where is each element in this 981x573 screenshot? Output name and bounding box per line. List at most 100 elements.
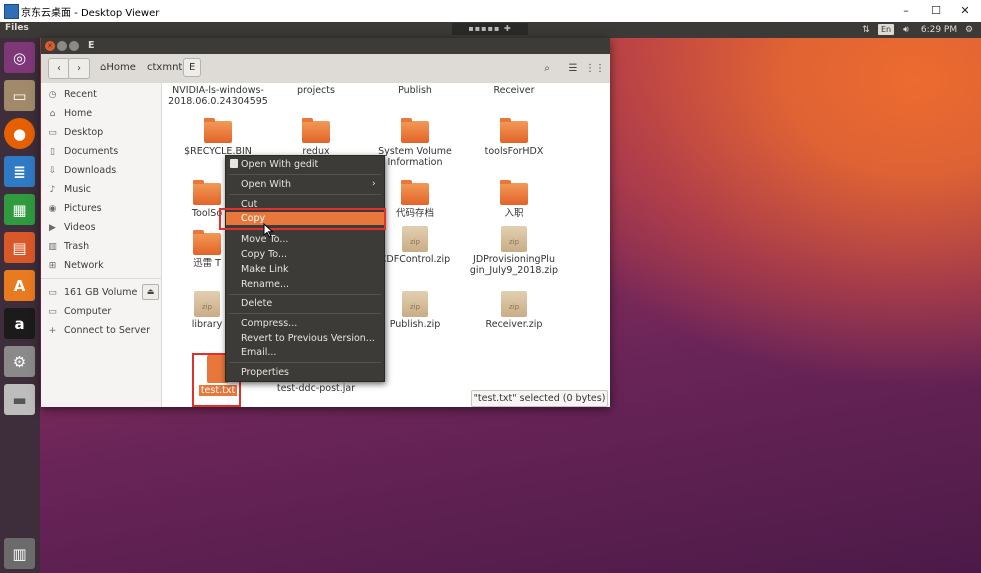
sidebar-item-home[interactable]: ⌂ Home	[47, 106, 92, 121]
file-item[interactable]: redux	[266, 118, 366, 157]
grid-view-icon[interactable]: ⋮⋮	[584, 58, 606, 79]
menu-item-delete[interactable]: Delete	[226, 297, 384, 310]
viewer-title-bar: 京东云桌面 - Desktop Viewer – ☐ ✕	[0, 0, 981, 23]
sidebar-item-trash[interactable]: ▥ Trash	[47, 239, 89, 254]
sidebar-item-pictures[interactable]: ◉ Pictures	[47, 201, 102, 216]
menu-item-open-with[interactable]: Open With	[226, 178, 384, 191]
sidebar-divider	[41, 278, 161, 279]
video-icon: ▶	[49, 223, 56, 233]
highlight-box-copy	[219, 208, 386, 230]
folder-icon	[193, 180, 221, 205]
volume-icon[interactable]: 🔊︎	[899, 23, 913, 37]
search-icon[interactable]: ⌕	[535, 58, 559, 79]
folder-icon	[302, 118, 330, 143]
breadcrumb-e[interactable]: E	[183, 58, 202, 77]
dash-icon[interactable]: ◎	[4, 42, 35, 73]
menu-item-copy-to[interactable]: Copy To...	[226, 248, 384, 261]
drive-icon: ▭	[48, 288, 57, 298]
system-gear-icon[interactable]: ⚙	[962, 23, 976, 37]
eject-icon[interactable]: ⏏	[142, 284, 159, 300]
list-view-icon[interactable]: ☰	[562, 58, 584, 79]
breadcrumb-home[interactable]: ⌂Home	[95, 58, 141, 77]
sidebar-item-desktop[interactable]: ▭ Desktop	[47, 125, 103, 140]
sidebar-item-network[interactable]: ⊞ Network	[47, 258, 104, 273]
forward-button[interactable]: ›	[68, 58, 90, 79]
trash-icon: ▥	[48, 242, 57, 252]
sidebar-item-volume[interactable]: ▭ 161 GB Volume	[47, 285, 137, 300]
drive-icon[interactable]: ▬	[4, 384, 35, 415]
file-item[interactable]: zip JDProvisioningPlu gin_July9_2018.zip	[464, 226, 564, 276]
zip-icon: zip	[402, 226, 428, 252]
sidebar-item-recent[interactable]: ◷ Recent	[47, 87, 97, 102]
clock-icon: ◷	[48, 90, 57, 100]
menu-separator	[229, 294, 381, 295]
camera-icon: ◉	[48, 204, 57, 214]
back-button[interactable]: ‹	[48, 58, 70, 79]
document-icon: ▯	[50, 147, 55, 157]
viewer-title: 京东云桌面 - Desktop Viewer	[21, 8, 160, 19]
amazon-icon[interactable]: a	[4, 308, 35, 339]
settings-icon[interactable]: ⚙	[4, 346, 35, 377]
music-icon: ♪	[49, 185, 56, 195]
window-close-icon[interactable]: ✕	[45, 41, 55, 51]
status-bar: "test.txt" selected (0 bytes)	[471, 390, 608, 407]
mouse-cursor-icon	[263, 223, 274, 238]
plus-icon: +	[48, 326, 57, 336]
top-panel: Files ▪▪▪▪▪ ✚ ▪▪▪▪▪ ⇅ En 🔊︎ 6:29 PM ⚙	[0, 22, 981, 45]
keyboard-layout-indicator[interactable]: En	[878, 24, 894, 35]
sidebar-item-music[interactable]: ♪ Music	[47, 182, 91, 197]
folder-icon	[500, 180, 528, 205]
network-icon[interactable]: ⇅	[860, 23, 872, 37]
remote-toolbar-handle[interactable]: ▪▪▪▪▪ ✚ ▪▪▪▪▪	[452, 23, 528, 45]
active-app-title: Files	[5, 23, 29, 33]
menu-separator	[229, 194, 381, 195]
calc-icon[interactable]: ▦	[4, 194, 35, 225]
sidebar-item-connect-server[interactable]: + Connect to Server	[47, 323, 150, 338]
firefox-icon[interactable]: ●	[4, 118, 35, 149]
files-icon[interactable]: ▭	[4, 80, 35, 111]
zip-icon: zip	[501, 226, 527, 252]
menu-item-revert[interactable]: Revert to Previous Version...	[226, 332, 384, 345]
sidebar-item-computer[interactable]: ▭ Computer	[47, 304, 111, 319]
file-item[interactable]: NVIDIA-ls-windows- 2018.06.0.24304595	[168, 85, 268, 107]
file-item[interactable]: zip Receiver.zip	[464, 291, 564, 330]
breadcrumb-ctxmnt[interactable]: ctxmnt	[142, 58, 187, 77]
writer-icon[interactable]: ≣	[4, 156, 35, 187]
viewer-minimize-button[interactable]: –	[896, 2, 916, 19]
file-item[interactable]: $RECYCLE.BIN	[168, 118, 268, 157]
software-center-icon[interactable]: A	[4, 270, 35, 301]
menu-item-compress[interactable]: Compress...	[226, 317, 384, 330]
trash-icon[interactable]: ▥	[4, 538, 35, 569]
viewer-maximize-button[interactable]: ☐	[926, 2, 946, 19]
menu-item-make-link[interactable]: Make Link	[226, 263, 384, 276]
zip-icon: zip	[402, 291, 428, 317]
zip-icon: zip	[501, 291, 527, 317]
menu-item-open-with-gedit[interactable]: Open With gedit	[226, 158, 384, 171]
window-minimize-icon[interactable]	[57, 41, 67, 51]
folder-icon	[193, 230, 221, 255]
menu-item-email[interactable]: Email...	[226, 346, 384, 359]
menu-item-move-to[interactable]: Move To...	[226, 233, 384, 246]
download-icon: ⇩	[48, 166, 57, 176]
computer-icon: ▭	[48, 307, 57, 317]
file-item[interactable]: Publish	[365, 85, 465, 96]
menu-separator	[229, 362, 381, 363]
file-item[interactable]: Receiver	[464, 85, 564, 96]
viewer-close-button[interactable]: ✕	[955, 2, 975, 19]
sidebar: ◷ Recent ⌂ Home ▭ Desktop ▯ Documents ⇩ Downl…	[41, 83, 162, 407]
clock[interactable]: 6:29 PM	[920, 23, 958, 37]
home-icon: ⌂	[49, 109, 56, 119]
file-item[interactable]: toolsForHDX	[464, 118, 564, 157]
window-title: E	[88, 40, 95, 51]
file-item[interactable]: 入职	[464, 180, 564, 219]
menu-item-properties[interactable]: Properties	[226, 366, 384, 379]
sidebar-item-documents[interactable]: ▯ Documents	[47, 144, 118, 159]
sidebar-item-videos[interactable]: ▶ Videos	[47, 220, 96, 235]
menu-item-rename[interactable]: Rename...	[226, 278, 384, 291]
viewer-app-icon	[4, 4, 19, 19]
window-maximize-icon[interactable]	[69, 41, 79, 51]
impress-icon[interactable]: ▤	[4, 232, 35, 263]
file-item[interactable]: projects	[266, 85, 366, 96]
sidebar-item-downloads[interactable]: ⇩ Downloads	[47, 163, 116, 178]
folder-icon	[401, 180, 429, 205]
